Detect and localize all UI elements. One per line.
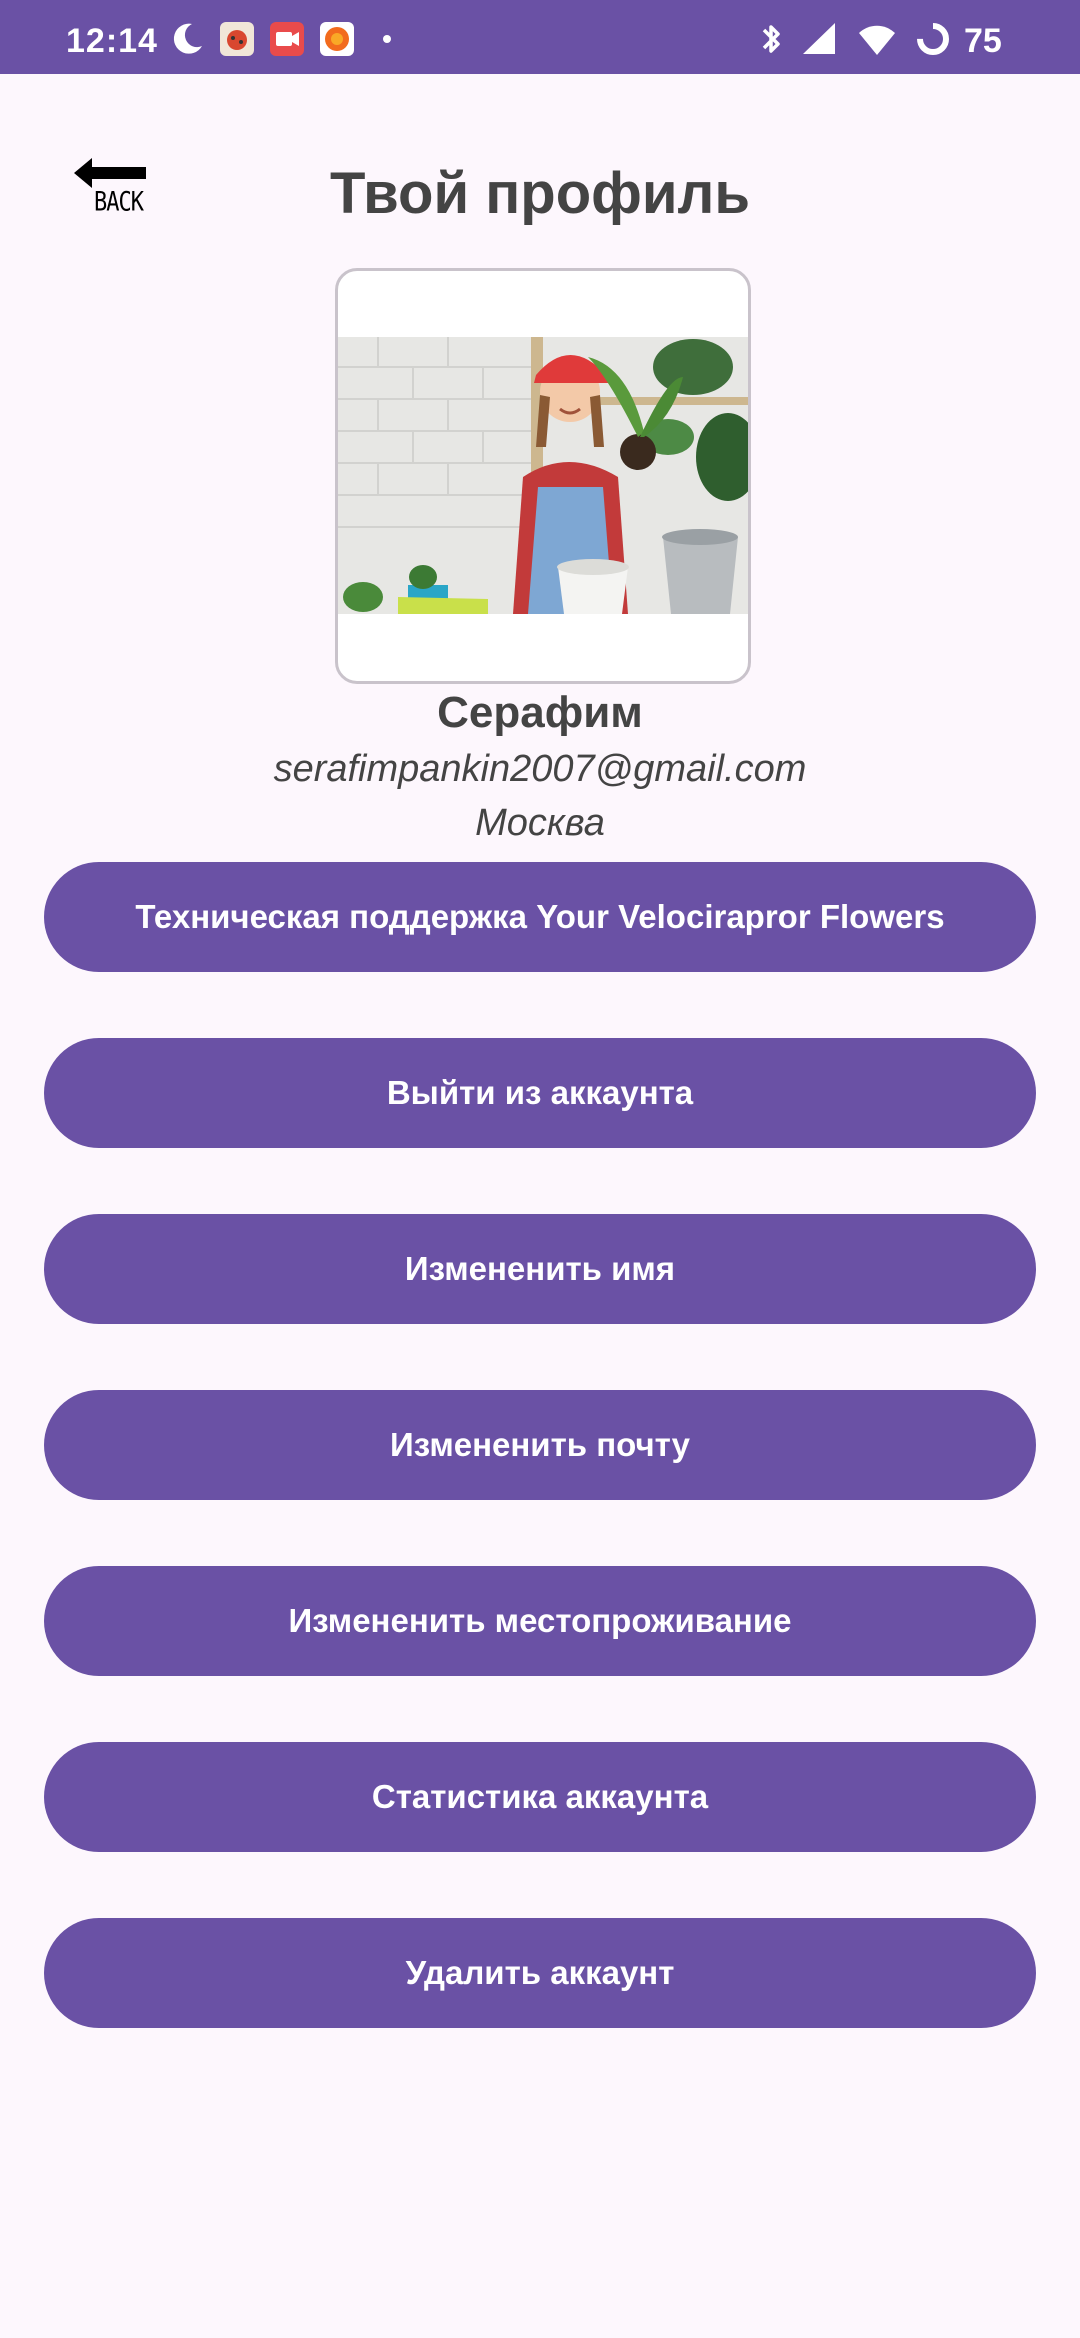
status-time: 12:14 bbox=[66, 22, 158, 60]
change-email-button[interactable]: Измененить почту bbox=[44, 1390, 1036, 1500]
change-location-button[interactable]: Измененить местопроживание bbox=[44, 1566, 1036, 1676]
logout-button[interactable]: Выйти из аккаунта bbox=[44, 1038, 1036, 1148]
wifi-icon bbox=[859, 25, 895, 55]
bluetooth-icon bbox=[762, 25, 780, 53]
ladybug-app-icon bbox=[220, 22, 254, 56]
account-stats-button[interactable]: Статистика аккаунта bbox=[44, 1742, 1036, 1852]
moon-icon bbox=[173, 23, 202, 54]
orange-app-icon bbox=[320, 22, 354, 56]
profile-photo-card[interactable] bbox=[335, 268, 751, 684]
profile-name: Серафим bbox=[437, 688, 643, 737]
signal-icon bbox=[803, 23, 835, 54]
page-title: Твой профиль bbox=[329, 161, 751, 226]
profile-city: Москва bbox=[475, 802, 605, 844]
profile-email: serafimpankin2007@gmail.com bbox=[273, 748, 807, 790]
profile-photo bbox=[338, 337, 748, 614]
delete-account-button[interactable]: Удалить аккаунт bbox=[44, 1918, 1036, 2028]
support-button[interactable]: Техническая поддержка Your Velocirapror … bbox=[44, 862, 1036, 972]
video-app-icon bbox=[270, 22, 304, 56]
battery-level: 75 bbox=[964, 22, 1002, 60]
change-name-button[interactable]: Измененить имя bbox=[44, 1214, 1036, 1324]
battery-ring-icon bbox=[917, 23, 949, 55]
dot-icon bbox=[383, 35, 391, 43]
status-bar: 12:14 75 bbox=[0, 0, 1080, 74]
